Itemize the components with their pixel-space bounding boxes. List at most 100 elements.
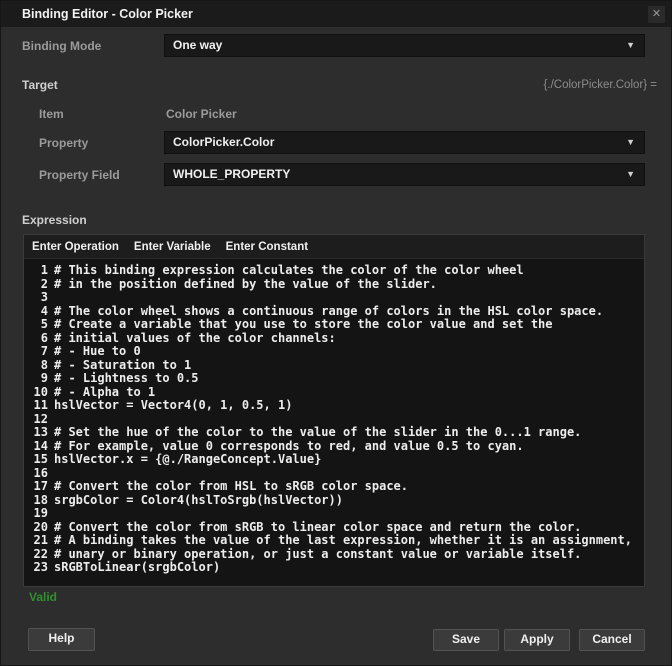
help-button[interactable]: Help: [28, 628, 95, 651]
save-button[interactable]: Save: [433, 629, 499, 651]
line-number: 6: [24, 332, 48, 346]
cancel-button[interactable]: Cancel: [579, 629, 645, 651]
line-number: 18: [24, 494, 48, 508]
property-value: ColorPicker.Color: [173, 135, 274, 149]
code-line: 18 srgbColor = Color4(hslToSrgb(hslVecto…: [24, 494, 644, 508]
code-line: 12: [24, 413, 644, 427]
line-number: 20: [24, 521, 48, 535]
target-section-label: Target: [22, 77, 58, 93]
line-number: 7: [24, 345, 48, 359]
binding-mode-label: Binding Mode: [22, 38, 101, 54]
line-code: [48, 413, 54, 427]
line-code: # initial values of the color channels:: [48, 332, 336, 346]
code-line: 8 # - Saturation to 1: [24, 359, 644, 373]
line-number: 17: [24, 480, 48, 494]
line-code: [48, 507, 54, 521]
enter-variable-button[interactable]: Enter Variable: [134, 241, 211, 253]
code-line: 7 # - Hue to 0: [24, 345, 644, 359]
line-code: # For example, value 0 corresponds to re…: [48, 440, 524, 454]
line-number: 8: [24, 359, 48, 373]
chevron-down-icon: ▼: [626, 132, 635, 153]
line-number: 21: [24, 534, 48, 548]
line-number: 15: [24, 453, 48, 467]
apply-button[interactable]: Apply: [504, 629, 570, 651]
line-code: [48, 467, 54, 481]
expression-section-label: Expression: [22, 212, 87, 228]
enter-constant-button[interactable]: Enter Constant: [226, 241, 308, 253]
enter-operation-button[interactable]: Enter Operation: [32, 241, 119, 253]
line-number: 16: [24, 467, 48, 481]
line-code: srgbColor = Color4(hslToSrgb(hslVector)): [48, 494, 343, 508]
item-label: Item: [39, 106, 64, 122]
code-line: 21 # A binding takes the value of the la…: [24, 534, 644, 548]
line-code: # unary or binary operation, or just a c…: [48, 548, 581, 562]
line-code: # Convert the color from sRGB to linear …: [48, 521, 581, 535]
code-line: 17 # Convert the color from HSL to sRGB …: [24, 480, 644, 494]
code-line: 22 # unary or binary operation, or just …: [24, 548, 644, 562]
line-code: sRGBToLinear(srgbColor): [48, 561, 220, 575]
line-code: # - Hue to 0: [48, 345, 141, 359]
line-code: # A binding takes the value of the last …: [48, 534, 632, 548]
line-number: 9: [24, 372, 48, 386]
property-field-label: Property Field: [39, 167, 120, 183]
code-line: 23 sRGBToLinear(srgbColor): [24, 561, 644, 575]
line-code: # Set the hue of the color to the value …: [48, 426, 581, 440]
line-code: hslVector = Vector4(0, 1, 0.5, 1): [48, 399, 292, 413]
line-code: # The color wheel shows a continuous ran…: [48, 305, 603, 319]
line-number: 23: [24, 561, 48, 575]
line-number: 10: [24, 386, 48, 400]
line-number: 22: [24, 548, 48, 562]
line-number: 19: [24, 507, 48, 521]
expression-editor: Enter Operation Enter Variable Enter Con…: [23, 234, 645, 587]
code-line: 14 # For example, value 0 corresponds to…: [24, 440, 644, 454]
line-number: 11: [24, 399, 48, 413]
code-line: 6 # initial values of the color channels…: [24, 332, 644, 346]
property-select[interactable]: ColorPicker.Color ▼: [164, 131, 645, 154]
code-line: 19: [24, 507, 644, 521]
item-value: Color Picker: [166, 106, 237, 122]
line-code: # - Saturation to 1: [48, 359, 191, 373]
line-code: # Create a variable that you use to stor…: [48, 318, 553, 332]
expression-toolbar: Enter Operation Enter Variable Enter Con…: [24, 235, 644, 259]
code-line: 13 # Set the hue of the color to the val…: [24, 426, 644, 440]
line-number: 3: [24, 291, 48, 305]
expression-code-area[interactable]: 1 # This binding expression calculates t…: [24, 259, 644, 586]
line-number: 12: [24, 413, 48, 427]
line-number: 4: [24, 305, 48, 319]
window-title: Binding Editor - Color Picker: [22, 1, 193, 27]
line-code: # This binding expression calculates the…: [48, 264, 524, 278]
property-field-value: WHOLE_PROPERTY: [173, 167, 290, 181]
line-number: 1: [24, 264, 48, 278]
line-number: 2: [24, 278, 48, 292]
code-line: 11 hslVector = Vector4(0, 1, 0.5, 1): [24, 399, 644, 413]
close-icon[interactable]: ✕: [648, 6, 665, 23]
property-field-select[interactable]: WHOLE_PROPERTY ▼: [164, 163, 645, 186]
code-line: 15 hslVector.x = {@./RangeConcept.Value}: [24, 453, 644, 467]
code-line: 10 # - Alpha to 1: [24, 386, 644, 400]
line-code: # in the position defined by the value o…: [48, 278, 437, 292]
code-line: 4 # The color wheel shows a continuous r…: [24, 305, 644, 319]
chevron-down-icon: ▼: [626, 35, 635, 56]
line-code: [48, 291, 54, 305]
line-number: 5: [24, 318, 48, 332]
validation-status: Valid: [29, 590, 57, 604]
target-path-text: {./ColorPicker.Color} =: [544, 77, 657, 93]
property-label: Property: [39, 135, 88, 151]
line-number: 13: [24, 426, 48, 440]
line-code: # - Lightness to 0.5: [48, 372, 199, 386]
line-code: # Convert the color from HSL to sRGB col…: [48, 480, 408, 494]
code-line: 2 # in the position defined by the value…: [24, 278, 644, 292]
code-line: 16: [24, 467, 644, 481]
binding-mode-value: One way: [173, 38, 222, 52]
line-code: # - Alpha to 1: [48, 386, 155, 400]
binding-editor-dialog: Binding Editor - Color Picker ✕ Binding …: [0, 0, 672, 666]
code-line: 1 # This binding expression calculates t…: [24, 264, 644, 278]
binding-mode-select[interactable]: One way ▼: [164, 34, 645, 57]
line-number: 14: [24, 440, 48, 454]
line-code: hslVector.x = {@./RangeConcept.Value}: [48, 453, 321, 467]
code-line: 3: [24, 291, 644, 305]
code-line: 5 # Create a variable that you use to st…: [24, 318, 644, 332]
code-line: 9 # - Lightness to 0.5: [24, 372, 644, 386]
titlebar[interactable]: Binding Editor - Color Picker ✕: [1, 1, 671, 27]
chevron-down-icon: ▼: [626, 164, 635, 185]
